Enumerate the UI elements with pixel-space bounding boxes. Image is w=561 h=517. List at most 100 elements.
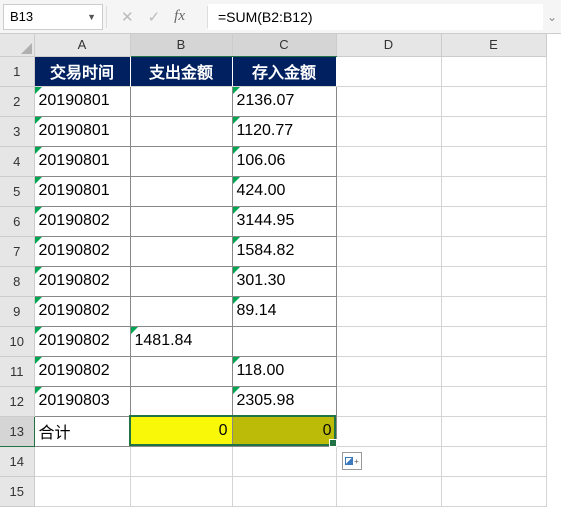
autofill-options-icon[interactable]: + — [342, 452, 362, 470]
table-header-cell[interactable]: 交易时间 — [34, 56, 130, 86]
table-header-cell[interactable]: 存入金额 — [232, 56, 336, 86]
col-head-D[interactable]: D — [336, 34, 441, 56]
row-head[interactable]: 13 — [0, 416, 34, 446]
name-box[interactable]: B13 ▼ — [3, 4, 103, 30]
cell[interactable] — [336, 356, 441, 386]
cell[interactable] — [130, 446, 232, 476]
table-data-cell[interactable] — [130, 206, 232, 236]
table-data-cell[interactable] — [130, 86, 232, 116]
cell[interactable] — [441, 326, 546, 356]
table-data-cell[interactable] — [130, 116, 232, 146]
table-data-cell[interactable]: 106.06 — [232, 146, 336, 176]
table-data-cell[interactable] — [130, 266, 232, 296]
table-data-cell[interactable]: 3144.95 — [232, 206, 336, 236]
cell[interactable] — [336, 476, 441, 506]
fx-icon[interactable]: fx — [174, 8, 193, 25]
cell[interactable] — [336, 386, 441, 416]
table-data-cell[interactable]: 20190802 — [34, 206, 130, 236]
table-data-cell[interactable] — [130, 386, 232, 416]
table-data-cell[interactable]: 1120.77 — [232, 116, 336, 146]
col-head-B[interactable]: B — [130, 34, 232, 56]
table-data-cell[interactable]: 20190802 — [34, 326, 130, 356]
cell[interactable] — [441, 446, 546, 476]
cell[interactable] — [336, 296, 441, 326]
cell[interactable] — [441, 146, 546, 176]
cell[interactable] — [336, 56, 441, 86]
row-head[interactable]: 4 — [0, 146, 34, 176]
expand-formula-icon[interactable]: ⌄ — [543, 10, 561, 24]
cell[interactable] — [336, 146, 441, 176]
spreadsheet-grid[interactable]: A B C D E 1交易时间支出金额存入金额2201908012136.073… — [0, 34, 547, 507]
cell[interactable] — [441, 116, 546, 146]
table-data-cell[interactable] — [130, 236, 232, 266]
cell[interactable] — [336, 86, 441, 116]
cell[interactable] — [336, 116, 441, 146]
table-header-cell[interactable]: 支出金额 — [130, 56, 232, 86]
chevron-down-icon[interactable]: ▼ — [87, 12, 96, 22]
table-data-cell[interactable] — [130, 176, 232, 206]
row-head[interactable]: 11 — [0, 356, 34, 386]
cell[interactable] — [441, 56, 546, 86]
cell[interactable] — [34, 476, 130, 506]
table-data-cell[interactable] — [232, 326, 336, 356]
cell[interactable] — [441, 476, 546, 506]
table-data-cell[interactable]: 20190801 — [34, 176, 130, 206]
select-all-corner[interactable] — [0, 34, 34, 56]
cell[interactable] — [441, 236, 546, 266]
table-data-cell[interactable]: 20190801 — [34, 146, 130, 176]
table-data-cell[interactable]: 118.00 — [232, 356, 336, 386]
table-data-cell[interactable]: 301.30 — [232, 266, 336, 296]
table-data-cell[interactable] — [130, 296, 232, 326]
table-data-cell[interactable]: 20190803 — [34, 386, 130, 416]
col-head-A[interactable]: A — [34, 34, 130, 56]
table-data-cell[interactable]: 20190802 — [34, 296, 130, 326]
row-head[interactable]: 6 — [0, 206, 34, 236]
row-head[interactable]: 8 — [0, 266, 34, 296]
total-value-cell[interactable]: 0 — [130, 416, 232, 446]
total-value-cell[interactable]: 0 — [232, 416, 336, 446]
table-data-cell[interactable] — [130, 146, 232, 176]
cell[interactable] — [336, 236, 441, 266]
cell[interactable] — [336, 206, 441, 236]
cell[interactable] — [336, 326, 441, 356]
cell[interactable] — [34, 446, 130, 476]
table-data-cell[interactable]: 2136.07 — [232, 86, 336, 116]
table-data-cell[interactable]: 20190801 — [34, 86, 130, 116]
row-head[interactable]: 2 — [0, 86, 34, 116]
row-head[interactable]: 10 — [0, 326, 34, 356]
cell[interactable] — [336, 266, 441, 296]
cell[interactable] — [441, 176, 546, 206]
row-head[interactable]: 14 — [0, 446, 34, 476]
cell[interactable] — [441, 416, 546, 446]
table-data-cell[interactable]: 2305.98 — [232, 386, 336, 416]
table-data-cell[interactable]: 89.14 — [232, 296, 336, 326]
row-head[interactable]: 7 — [0, 236, 34, 266]
total-label-cell[interactable]: 合计 — [34, 416, 130, 446]
cell[interactable] — [441, 296, 546, 326]
cell[interactable] — [336, 176, 441, 206]
table-data-cell[interactable]: 20190802 — [34, 356, 130, 386]
table-data-cell[interactable]: 1584.82 — [232, 236, 336, 266]
cell[interactable] — [441, 356, 546, 386]
row-head[interactable]: 9 — [0, 296, 34, 326]
table-data-cell[interactable] — [130, 356, 232, 386]
row-head[interactable]: 3 — [0, 116, 34, 146]
col-head-E[interactable]: E — [441, 34, 546, 56]
row-head[interactable]: 12 — [0, 386, 34, 416]
row-head[interactable]: 5 — [0, 176, 34, 206]
cell[interactable] — [441, 86, 546, 116]
table-data-cell[interactable]: 20190802 — [34, 236, 130, 266]
cell[interactable] — [232, 446, 336, 476]
cell[interactable] — [441, 266, 546, 296]
cell[interactable] — [336, 416, 441, 446]
table-data-cell[interactable]: 1481.84 — [130, 326, 232, 356]
table-data-cell[interactable]: 20190801 — [34, 116, 130, 146]
col-head-C[interactable]: C — [232, 34, 336, 56]
cell[interactable] — [232, 476, 336, 506]
table-data-cell[interactable]: 20190802 — [34, 266, 130, 296]
formula-input[interactable]: =SUM(B2:B12) — [208, 4, 543, 30]
table-data-cell[interactable]: 424.00 — [232, 176, 336, 206]
cell[interactable] — [441, 206, 546, 236]
cell[interactable] — [130, 476, 232, 506]
row-head[interactable]: 1 — [0, 56, 34, 86]
